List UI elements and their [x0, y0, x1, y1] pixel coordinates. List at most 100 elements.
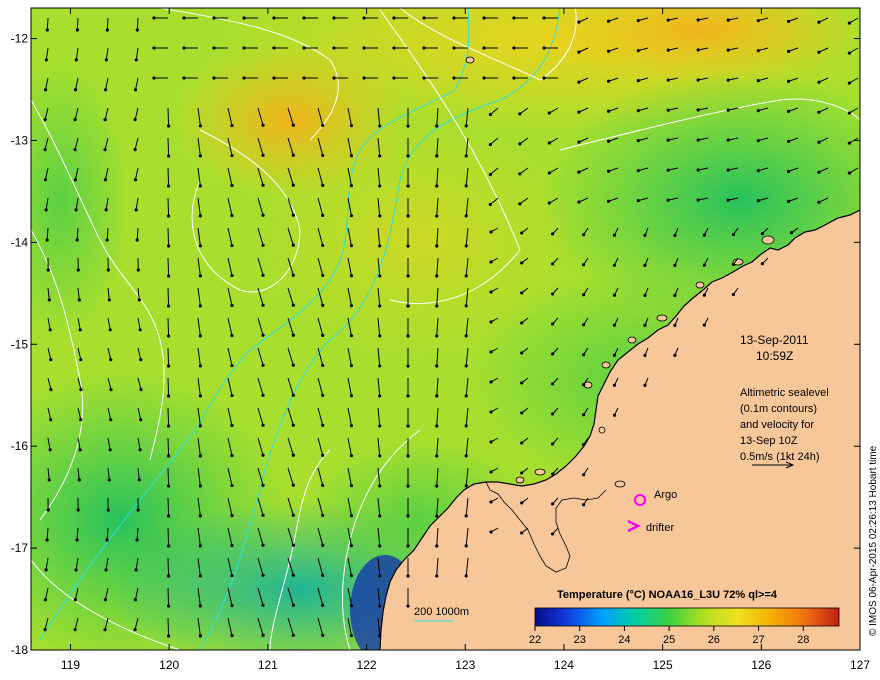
velocity-arrow-head	[291, 333, 295, 337]
velocity-arrow-head	[272, 46, 276, 50]
velocity-arrow-head	[198, 574, 202, 578]
velocity-arrow-head	[108, 328, 112, 332]
velocity-arrow-head	[482, 76, 486, 80]
velocity-arrow-head	[138, 328, 142, 332]
velocity-arrow-head	[291, 573, 295, 577]
velocity-arrow-head	[349, 574, 354, 578]
velocity-arrow-head	[103, 178, 108, 182]
velocity-arrow-head	[73, 598, 77, 602]
velocity-arrow-head	[230, 483, 234, 488]
velocity-arrow-head	[673, 263, 677, 267]
velocity-arrow-head	[349, 214, 354, 218]
velocity-arrow-head	[198, 274, 202, 278]
velocity-arrow-head	[261, 123, 265, 127]
velocity-arrow-head	[406, 244, 410, 248]
velocity-arrow-head	[726, 18, 730, 22]
lon-tick-label: 119	[61, 658, 80, 672]
velocity-arrow-head	[133, 628, 137, 632]
velocity-arrow-head	[291, 633, 295, 637]
velocity-arrow-head	[198, 334, 202, 338]
velocity-arrow-head	[43, 118, 47, 122]
velocity-arrow-head	[406, 334, 410, 338]
velocity-arrow-head	[133, 598, 137, 602]
svg-text:and velocity for: and velocity for	[740, 419, 814, 431]
velocity-arrow-head	[137, 298, 141, 302]
velocity-arrow-head	[489, 470, 493, 474]
velocity-arrow-head	[666, 108, 670, 112]
velocity-arrow-head	[551, 322, 555, 326]
velocity-arrow-head	[261, 273, 265, 277]
velocity-arrow-head	[406, 154, 410, 158]
velocity-arrow-head	[786, 49, 791, 53]
velocity-arrow-head	[291, 243, 295, 247]
velocity-arrow-head	[321, 273, 325, 277]
argo-label: Argo	[654, 489, 677, 501]
velocity-arrow-head	[726, 108, 730, 112]
velocity-arrow-head	[520, 231, 524, 235]
velocity-arrow-head	[166, 484, 171, 488]
velocity-arrow-head	[518, 112, 522, 116]
velocity-arrow-head	[349, 124, 354, 128]
colorbar	[534, 607, 840, 627]
velocity-arrow-head	[291, 123, 295, 127]
velocity-arrow-head	[542, 46, 546, 50]
velocity-arrow	[167, 257, 170, 277]
velocity-arrow-head	[103, 88, 108, 92]
velocity-arrow-head	[673, 233, 677, 237]
velocity-arrow-head	[696, 78, 700, 82]
velocity-arrow-head	[512, 16, 516, 20]
velocity-arrow-head	[520, 381, 524, 385]
velocity-arrow-head	[582, 353, 586, 357]
velocity-arrow-head	[107, 478, 111, 482]
velocity-arrow	[167, 227, 170, 247]
velocity-arrow-head	[349, 394, 354, 398]
velocity-arrow-head	[75, 28, 79, 32]
velocity-arrow-head	[230, 393, 234, 398]
velocity-arrow-head	[198, 364, 202, 368]
velocity-arrow-head	[726, 78, 730, 82]
velocity-arrow	[167, 317, 170, 337]
velocity-arrow-head	[612, 293, 617, 297]
velocity-arrow-head	[291, 273, 295, 277]
velocity-arrow-head	[696, 18, 700, 22]
velocity-arrow-head	[406, 484, 410, 488]
velocity-arrow-head	[696, 138, 700, 142]
velocity-arrow-head	[44, 208, 48, 212]
velocity-arrow	[76, 17, 79, 31]
velocity-arrow-head	[109, 418, 113, 422]
velocity-arrow-head	[786, 79, 791, 83]
velocity-arrow-head	[349, 154, 354, 158]
velocity-arrow-head	[198, 604, 202, 608]
velocity-arrow-head	[45, 238, 49, 242]
lon-tick-label: 123	[455, 658, 475, 672]
velocity-arrow-head	[636, 198, 640, 203]
velocity-arrow-head	[321, 543, 325, 547]
velocity-arrow-head	[166, 634, 171, 638]
velocity-arrow-head	[43, 148, 47, 152]
velocity-arrow-head	[166, 274, 171, 278]
velocity-arrow-head	[272, 16, 276, 20]
velocity-arrow-head	[349, 514, 354, 518]
velocity-arrow-head	[105, 538, 109, 542]
velocity-arrow-head	[198, 484, 202, 488]
velocity-arrow-head	[198, 514, 202, 518]
velocity-arrow-head	[577, 140, 581, 144]
velocity-arrow-head	[261, 453, 265, 457]
velocity-arrow-head	[198, 124, 202, 128]
velocity-arrow-head	[422, 16, 426, 20]
svg-text:(0.1m contours): (0.1m contours)	[740, 403, 817, 415]
velocity-arrow-head	[152, 76, 156, 80]
velocity-arrow-head	[378, 574, 382, 578]
velocity-arrow-head	[452, 76, 456, 80]
velocity-arrow-head	[464, 154, 468, 158]
velocity-arrow-head	[406, 514, 410, 518]
velocity-arrow-head	[582, 443, 586, 447]
velocity-arrow-head	[166, 364, 171, 368]
velocity-arrow-head	[378, 424, 382, 428]
velocity-arrow-head	[46, 508, 50, 512]
velocity-arrow-head	[731, 232, 736, 237]
velocity-arrow-head	[378, 364, 382, 368]
velocity-arrow-head	[406, 604, 410, 608]
velocity-arrow-head	[666, 198, 670, 202]
velocity-arrow-head	[786, 139, 791, 143]
